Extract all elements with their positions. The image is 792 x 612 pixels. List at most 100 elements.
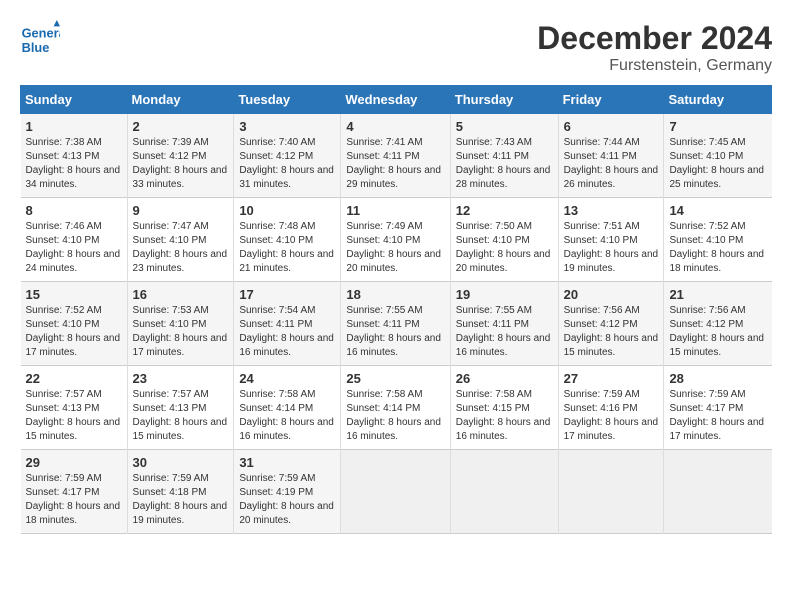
calendar-day-cell: 13 Sunrise: 7:51 AMSunset: 4:10 PMDaylig… [558,198,664,282]
day-number: 15 [26,287,122,302]
calendar-day-cell: 15 Sunrise: 7:52 AMSunset: 4:10 PMDaylig… [21,282,128,366]
weekday-header-monday: Monday [127,86,234,114]
day-number: 13 [564,203,659,218]
day-number: 2 [133,119,229,134]
calendar-day-cell: 26 Sunrise: 7:58 AMSunset: 4:15 PMDaylig… [450,366,558,450]
day-info: Sunrise: 7:39 AMSunset: 4:12 PMDaylight:… [133,137,228,190]
calendar-day-cell: 25 Sunrise: 7:58 AMSunset: 4:14 PMDaylig… [341,366,450,450]
day-info: Sunrise: 7:55 AMSunset: 4:11 PMDaylight:… [456,305,551,358]
weekday-header-saturday: Saturday [664,86,772,114]
day-info: Sunrise: 7:59 AMSunset: 4:16 PMDaylight:… [564,389,659,442]
day-number: 4 [346,119,444,134]
calendar-day-cell: 31 Sunrise: 7:59 AMSunset: 4:19 PMDaylig… [234,450,341,534]
day-number: 30 [133,455,229,470]
day-number: 24 [239,371,335,386]
day-number: 27 [564,371,659,386]
day-number: 9 [133,203,229,218]
calendar-day-cell: 29 Sunrise: 7:59 AMSunset: 4:17 PMDaylig… [21,450,128,534]
day-number: 16 [133,287,229,302]
day-info: Sunrise: 7:56 AMSunset: 4:12 PMDaylight:… [669,305,764,358]
calendar-day-cell: 30 Sunrise: 7:59 AMSunset: 4:18 PMDaylig… [127,450,234,534]
title-block: December 2024 Furstenstein, Germany [537,20,772,75]
calendar-day-cell: 7 Sunrise: 7:45 AMSunset: 4:10 PMDayligh… [664,114,772,198]
day-info: Sunrise: 7:46 AMSunset: 4:10 PMDaylight:… [26,221,121,274]
calendar-day-cell: 10 Sunrise: 7:48 AMSunset: 4:10 PMDaylig… [234,198,341,282]
calendar-day-cell: 5 Sunrise: 7:43 AMSunset: 4:11 PMDayligh… [450,114,558,198]
day-number: 8 [26,203,122,218]
day-info: Sunrise: 7:58 AMSunset: 4:14 PMDaylight:… [346,389,441,442]
day-number: 5 [456,119,553,134]
calendar-day-cell [664,450,772,534]
day-info: Sunrise: 7:49 AMSunset: 4:10 PMDaylight:… [346,221,441,274]
calendar-day-cell: 17 Sunrise: 7:54 AMSunset: 4:11 PMDaylig… [234,282,341,366]
day-number: 20 [564,287,659,302]
day-info: Sunrise: 7:59 AMSunset: 4:19 PMDaylight:… [239,473,334,526]
location-title: Furstenstein, Germany [537,57,772,75]
day-number: 3 [239,119,335,134]
day-info: Sunrise: 7:51 AMSunset: 4:10 PMDaylight:… [564,221,659,274]
day-number: 26 [456,371,553,386]
day-info: Sunrise: 7:45 AMSunset: 4:10 PMDaylight:… [669,137,764,190]
logo: General Blue [20,20,64,60]
month-title: December 2024 [537,20,772,57]
day-info: Sunrise: 7:59 AMSunset: 4:17 PMDaylight:… [26,473,121,526]
day-number: 6 [564,119,659,134]
calendar-week-row: 8 Sunrise: 7:46 AMSunset: 4:10 PMDayligh… [21,198,772,282]
weekday-header-wednesday: Wednesday [341,86,450,114]
calendar-week-row: 15 Sunrise: 7:52 AMSunset: 4:10 PMDaylig… [21,282,772,366]
weekday-header-row: SundayMondayTuesdayWednesdayThursdayFrid… [21,86,772,114]
calendar-day-cell: 28 Sunrise: 7:59 AMSunset: 4:17 PMDaylig… [664,366,772,450]
calendar-day-cell [450,450,558,534]
calendar-day-cell: 19 Sunrise: 7:55 AMSunset: 4:11 PMDaylig… [450,282,558,366]
calendar-day-cell: 24 Sunrise: 7:58 AMSunset: 4:14 PMDaylig… [234,366,341,450]
svg-text:General: General [22,26,60,41]
day-number: 25 [346,371,444,386]
calendar-table: SundayMondayTuesdayWednesdayThursdayFrid… [20,85,772,534]
calendar-week-row: 29 Sunrise: 7:59 AMSunset: 4:17 PMDaylig… [21,450,772,534]
calendar-day-cell: 22 Sunrise: 7:57 AMSunset: 4:13 PMDaylig… [21,366,128,450]
day-info: Sunrise: 7:48 AMSunset: 4:10 PMDaylight:… [239,221,334,274]
day-info: Sunrise: 7:54 AMSunset: 4:11 PMDaylight:… [239,305,334,358]
day-number: 23 [133,371,229,386]
day-info: Sunrise: 7:55 AMSunset: 4:11 PMDaylight:… [346,305,441,358]
day-info: Sunrise: 7:47 AMSunset: 4:10 PMDaylight:… [133,221,228,274]
day-info: Sunrise: 7:58 AMSunset: 4:15 PMDaylight:… [456,389,551,442]
calendar-day-cell [341,450,450,534]
calendar-week-row: 22 Sunrise: 7:57 AMSunset: 4:13 PMDaylig… [21,366,772,450]
day-number: 7 [669,119,766,134]
day-number: 14 [669,203,766,218]
calendar-day-cell: 1 Sunrise: 7:38 AMSunset: 4:13 PMDayligh… [21,114,128,198]
calendar-week-row: 1 Sunrise: 7:38 AMSunset: 4:13 PMDayligh… [21,114,772,198]
calendar-day-cell [558,450,664,534]
day-number: 19 [456,287,553,302]
day-number: 1 [26,119,122,134]
day-info: Sunrise: 7:50 AMSunset: 4:10 PMDaylight:… [456,221,551,274]
day-info: Sunrise: 7:40 AMSunset: 4:12 PMDaylight:… [239,137,334,190]
day-number: 10 [239,203,335,218]
day-number: 29 [26,455,122,470]
calendar-day-cell: 9 Sunrise: 7:47 AMSunset: 4:10 PMDayligh… [127,198,234,282]
calendar-day-cell: 16 Sunrise: 7:53 AMSunset: 4:10 PMDaylig… [127,282,234,366]
weekday-header-thursday: Thursday [450,86,558,114]
logo-icon: General Blue [20,20,60,60]
day-number: 18 [346,287,444,302]
calendar-day-cell: 14 Sunrise: 7:52 AMSunset: 4:10 PMDaylig… [664,198,772,282]
day-info: Sunrise: 7:56 AMSunset: 4:12 PMDaylight:… [564,305,659,358]
calendar-day-cell: 3 Sunrise: 7:40 AMSunset: 4:12 PMDayligh… [234,114,341,198]
svg-text:Blue: Blue [22,40,50,55]
calendar-day-cell: 12 Sunrise: 7:50 AMSunset: 4:10 PMDaylig… [450,198,558,282]
page-header: General Blue December 2024 Furstenstein,… [20,20,772,75]
day-number: 11 [346,203,444,218]
day-number: 12 [456,203,553,218]
calendar-day-cell: 6 Sunrise: 7:44 AMSunset: 4:11 PMDayligh… [558,114,664,198]
weekday-header-tuesday: Tuesday [234,86,341,114]
day-info: Sunrise: 7:44 AMSunset: 4:11 PMDaylight:… [564,137,659,190]
weekday-header-friday: Friday [558,86,664,114]
day-info: Sunrise: 7:57 AMSunset: 4:13 PMDaylight:… [26,389,121,442]
day-number: 22 [26,371,122,386]
calendar-day-cell: 8 Sunrise: 7:46 AMSunset: 4:10 PMDayligh… [21,198,128,282]
day-info: Sunrise: 7:53 AMSunset: 4:10 PMDaylight:… [133,305,228,358]
calendar-day-cell: 20 Sunrise: 7:56 AMSunset: 4:12 PMDaylig… [558,282,664,366]
day-info: Sunrise: 7:41 AMSunset: 4:11 PMDaylight:… [346,137,441,190]
calendar-day-cell: 23 Sunrise: 7:57 AMSunset: 4:13 PMDaylig… [127,366,234,450]
